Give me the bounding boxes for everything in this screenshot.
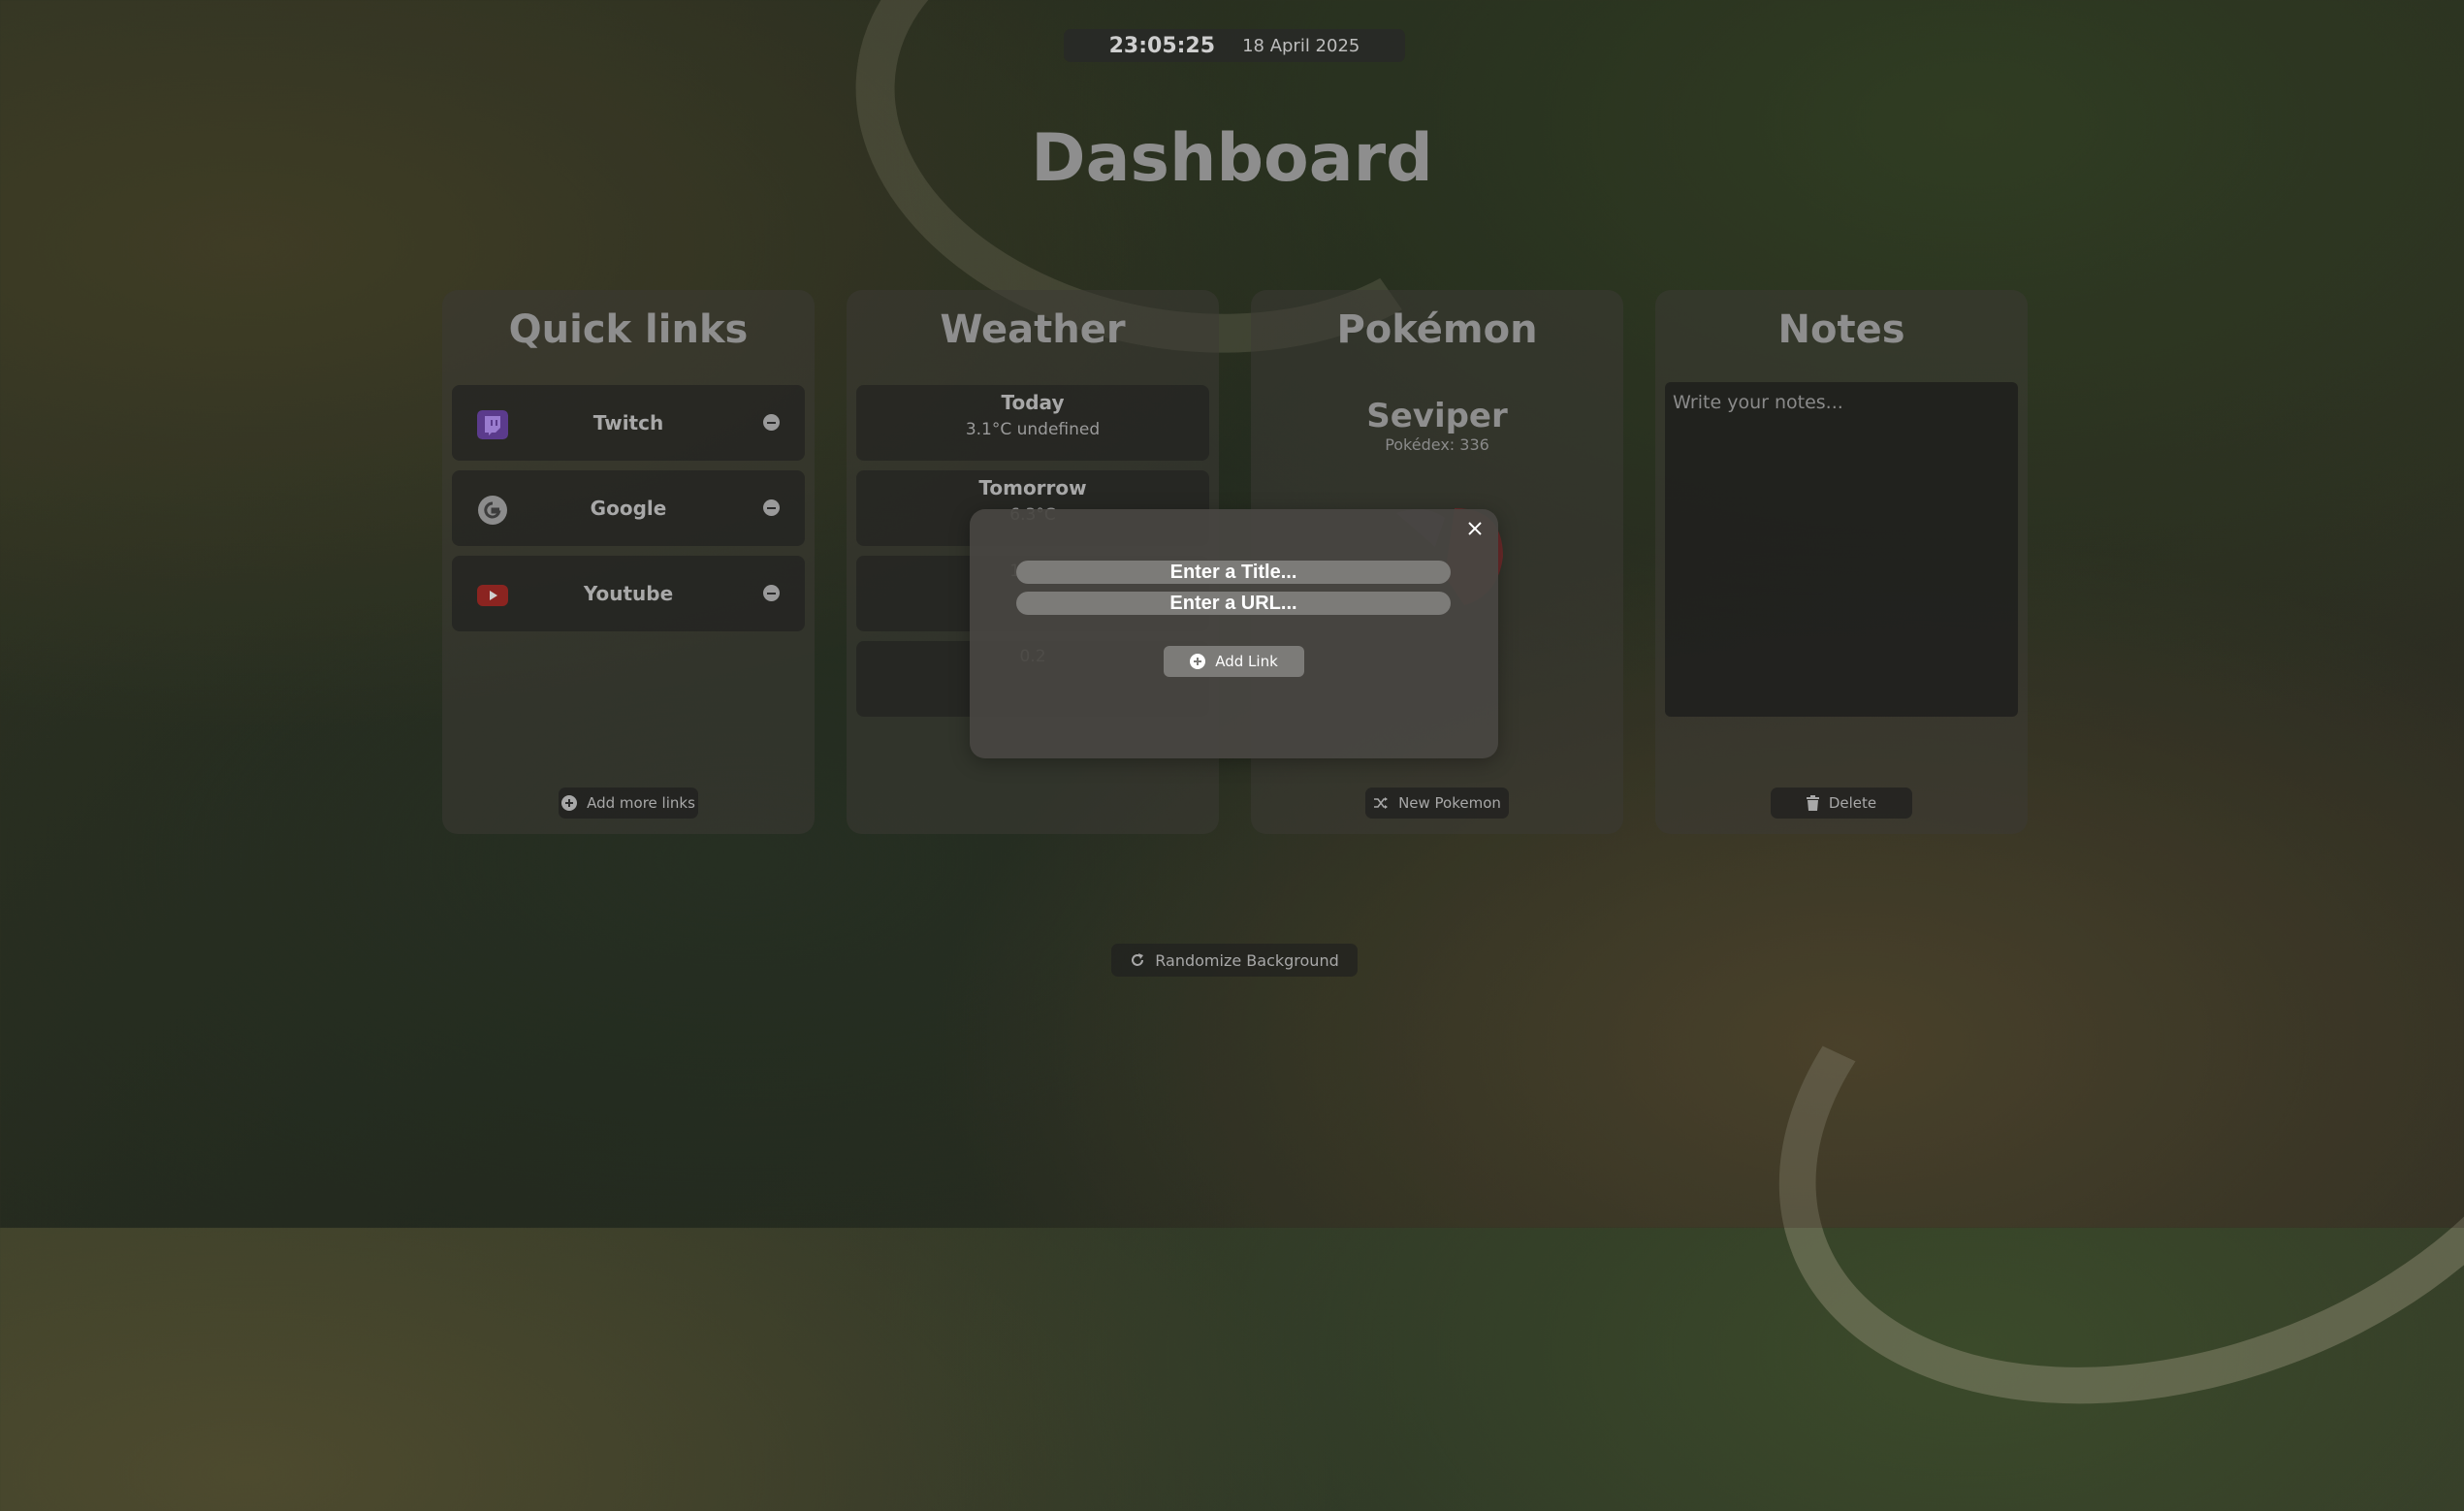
add-more-links-label: Add more links — [587, 794, 695, 812]
remove-link-icon[interactable] — [763, 414, 780, 431]
plus-circle-icon — [561, 795, 578, 811]
link-label: Youtube — [583, 582, 674, 605]
clock-bar: 23:05:25 18 April 2025 — [1064, 29, 1405, 62]
refresh-icon — [1132, 953, 1144, 966]
add-link-button[interactable]: Add Link — [1164, 646, 1304, 677]
plus-circle-icon — [1190, 654, 1206, 669]
remove-link-icon[interactable] — [763, 585, 780, 601]
link-item-youtube[interactable]: Youtube — [452, 556, 805, 631]
link-label: Twitch — [592, 411, 664, 434]
quick-links-title: Quick links — [508, 307, 749, 352]
randomize-background-button[interactable]: Randomize Background — [1111, 944, 1358, 977]
remove-link-icon[interactable] — [763, 499, 780, 516]
randomize-background-label: Randomize Background — [1155, 950, 1339, 970]
shuffle-icon — [1374, 797, 1389, 809]
link-item-google[interactable]: Google — [452, 470, 805, 546]
weather-day-label: Tomorrow — [978, 476, 1087, 499]
pokemon-name: Seviper — [1366, 397, 1508, 435]
link-url-input[interactable] — [1016, 592, 1451, 615]
clock-time: 23:05:25 — [1108, 33, 1216, 58]
pokedex-number: Pokédex: 336 — [1385, 435, 1489, 454]
page-title: Dashboard — [1031, 120, 1433, 197]
notes-card: Notes Delete — [1655, 290, 2028, 834]
delete-notes-button[interactable]: Delete — [1771, 788, 1912, 819]
add-link-label: Add Link — [1215, 653, 1278, 670]
weather-day-label: Today — [1001, 391, 1065, 414]
weather-day: Today 3.1°C undefined — [856, 385, 1209, 461]
add-link-modal: Add Link — [970, 509, 1498, 758]
weather-title: Weather — [940, 307, 1126, 352]
weather-temp: 3.1°C undefined — [965, 420, 1101, 439]
delete-notes-label: Delete — [1828, 794, 1877, 812]
link-item-twitch[interactable]: Twitch — [452, 385, 805, 461]
pokemon-title: Pokémon — [1336, 307, 1538, 352]
close-icon[interactable] — [1463, 517, 1487, 540]
new-pokemon-button[interactable]: New Pokemon — [1365, 788, 1509, 819]
notes-title: Notes — [1777, 307, 1905, 352]
trash-icon — [1806, 795, 1819, 811]
new-pokemon-label: New Pokemon — [1398, 794, 1501, 812]
notes-textarea[interactable] — [1665, 382, 2018, 717]
link-title-input[interactable] — [1016, 561, 1451, 584]
quick-links-card: Quick links Twitch Google Youtube Add mo… — [442, 290, 815, 834]
clock-date: 18 April 2025 — [1242, 35, 1360, 56]
add-more-links-button[interactable]: Add more links — [559, 788, 698, 819]
link-label: Google — [590, 497, 667, 520]
